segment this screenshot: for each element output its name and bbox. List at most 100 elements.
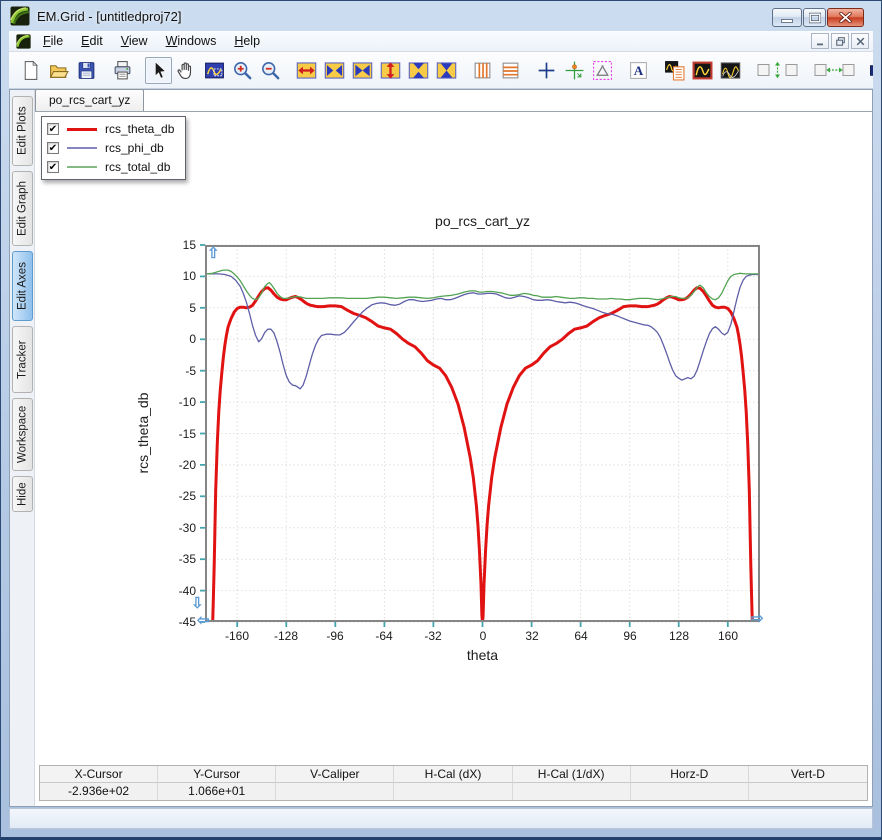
tool-text[interactable]: A: [625, 57, 652, 84]
legend-line-swatch: [67, 166, 97, 168]
app-window: EM.Grid - [untitledproj72] FileEditViewW…: [0, 0, 882, 840]
tool-zoom-in[interactable]: [229, 57, 256, 84]
document-icon: [13, 34, 34, 49]
status-col-header: V-Caliper: [276, 766, 394, 783]
link-x-icon: [812, 60, 857, 80]
plot-area[interactable]: [205, 245, 760, 622]
sidebar-tab-edit-axes[interactable]: Edit Axes: [12, 251, 33, 321]
document-area: po_rcs_cart_yz ✔rcs_theta_db✔rcs_phi_db✔…: [35, 90, 872, 806]
window-controls: [772, 8, 864, 27]
tool-caliper[interactable]: [589, 57, 616, 84]
tool-plot-multi[interactable]: [717, 57, 744, 84]
legend-label: rcs_total_db: [105, 160, 170, 174]
text-icon: A: [628, 60, 649, 81]
print-icon: [112, 60, 133, 81]
tool-compress-x[interactable]: [349, 57, 376, 84]
axis-handle-bottom-right[interactable]: ⇨: [751, 611, 764, 626]
menu-edit[interactable]: Edit: [72, 32, 112, 50]
status-value: -2.936e+02: [40, 783, 158, 800]
y-tick-label: -5: [35, 364, 196, 378]
sidebar-tab-edit-graph[interactable]: Edit Graph: [12, 171, 33, 246]
document-tab[interactable]: po_rcs_cart_yz: [35, 89, 144, 111]
cursor-status-table: X-CursorY-CursorV-CaliperH-Cal (dX)H-Cal…: [39, 765, 868, 801]
tool-zoom-window[interactable]: [201, 57, 228, 84]
legend: ✔ rcs_theta_db ✔ rcs_phi_db ✔ rcs_total_db: [41, 116, 186, 180]
tool-zoom-out[interactable]: [257, 57, 284, 84]
plot-list-icon: [664, 60, 685, 81]
status-col-header: Y-Cursor: [158, 766, 276, 783]
status-col-header: Horz-D: [631, 766, 749, 783]
tool-plot-single[interactable]: [689, 57, 716, 84]
maximize-button[interactable]: [803, 8, 826, 27]
menu-file[interactable]: File: [34, 32, 72, 50]
mdi-close-button[interactable]: [851, 33, 869, 49]
zoom-out-icon: [260, 60, 281, 81]
axis-handle-top[interactable]: ⇧: [207, 246, 220, 261]
y-tick-label: 15: [35, 238, 196, 252]
tool-compress-y[interactable]: [433, 57, 460, 84]
app-logo-icon: [10, 6, 30, 26]
status-value-row: -2.936e+021.066e+01: [40, 783, 867, 800]
legend-item[interactable]: ✔ rcs_theta_db: [47, 121, 174, 137]
status-value: 1.066e+01: [158, 783, 276, 800]
mdi-minimize-button[interactable]: [811, 33, 829, 49]
tool-link-x[interactable]: [810, 57, 858, 84]
y-tick-label: -35: [35, 552, 196, 566]
tool-layout[interactable]: [867, 57, 873, 84]
y-tick-label: -20: [35, 458, 196, 472]
menu-view[interactable]: View: [112, 32, 157, 50]
sidebar-tab-hide[interactable]: Hide: [12, 476, 33, 512]
tool-print[interactable]: [109, 57, 136, 84]
mdi-restore-icon: [836, 37, 845, 46]
x-tick-label: 0: [480, 629, 487, 643]
tool-pan[interactable]: [173, 57, 200, 84]
tool-new[interactable]: [17, 57, 44, 84]
mdi-client-area: Edit Plots Edit Graph Edit Axes Tracker Work…: [9, 89, 873, 807]
close-button[interactable]: [827, 8, 864, 27]
legend-item[interactable]: ✔ rcs_total_db: [47, 159, 174, 175]
x-tick-label: -128: [274, 629, 298, 643]
tool-shrink-x[interactable]: [321, 57, 348, 84]
tool-save[interactable]: [73, 57, 100, 84]
menu-help[interactable]: Help: [225, 32, 269, 50]
toolbar-buttons: A: [17, 57, 873, 84]
legend-line-swatch: [67, 128, 97, 131]
legend-label: rcs_theta_db: [105, 122, 174, 136]
legend-checkbox[interactable]: ✔: [47, 123, 59, 135]
sidebar-tab-tracker[interactable]: Tracker: [12, 326, 33, 393]
tool-grid-x[interactable]: [469, 57, 496, 84]
compress-y-icon: [436, 60, 457, 81]
x-axis-label: theta: [205, 647, 760, 663]
tool-link-y[interactable]: [753, 57, 801, 84]
menu-windows[interactable]: Windows: [157, 32, 226, 50]
sidebar-tab-workspace[interactable]: Workspace: [12, 398, 33, 471]
mdi-restore-button[interactable]: [831, 33, 849, 49]
axis-handle-bottom-left-down[interactable]: ⇩: [191, 596, 204, 611]
tool-plot-list[interactable]: [661, 57, 688, 84]
tool-shrink-y[interactable]: [405, 57, 432, 84]
tool-expand-y[interactable]: [377, 57, 404, 84]
legend-checkbox[interactable]: ✔: [47, 161, 59, 173]
plot-canvas[interactable]: ✔rcs_theta_db✔rcs_phi_db✔rcs_total_db po…: [35, 112, 872, 764]
layout-icon: [870, 60, 873, 81]
x-tick-label: 32: [525, 629, 538, 643]
tool-select[interactable]: [145, 57, 172, 84]
tool-grid-y[interactable]: [497, 57, 524, 84]
status-header-row: X-CursorY-CursorV-CaliperH-Cal (dX)H-Cal…: [40, 766, 867, 783]
tool-expand-x[interactable]: [293, 57, 320, 84]
tool-tracker[interactable]: [561, 57, 588, 84]
legend-item[interactable]: ✔ rcs_phi_db: [47, 140, 174, 156]
legend-checkbox[interactable]: ✔: [47, 142, 59, 154]
tool-open[interactable]: [45, 57, 72, 84]
x-tick-label: -32: [424, 629, 441, 643]
sidebar-tab-edit-plots[interactable]: Edit Plots: [12, 96, 33, 166]
tool-crosshair[interactable]: [533, 57, 560, 84]
titlebar[interactable]: EM.Grid - [untitledproj72]: [1, 1, 881, 31]
axis-handle-bottom-left[interactable]: ⇦: [197, 613, 210, 628]
minimize-button[interactable]: [772, 8, 802, 27]
mdi-minimize-icon: [816, 37, 825, 46]
tracker-icon: [564, 60, 585, 81]
status-value: [631, 783, 749, 800]
open-icon: [48, 60, 69, 81]
legend-label: rcs_phi_db: [105, 141, 164, 155]
